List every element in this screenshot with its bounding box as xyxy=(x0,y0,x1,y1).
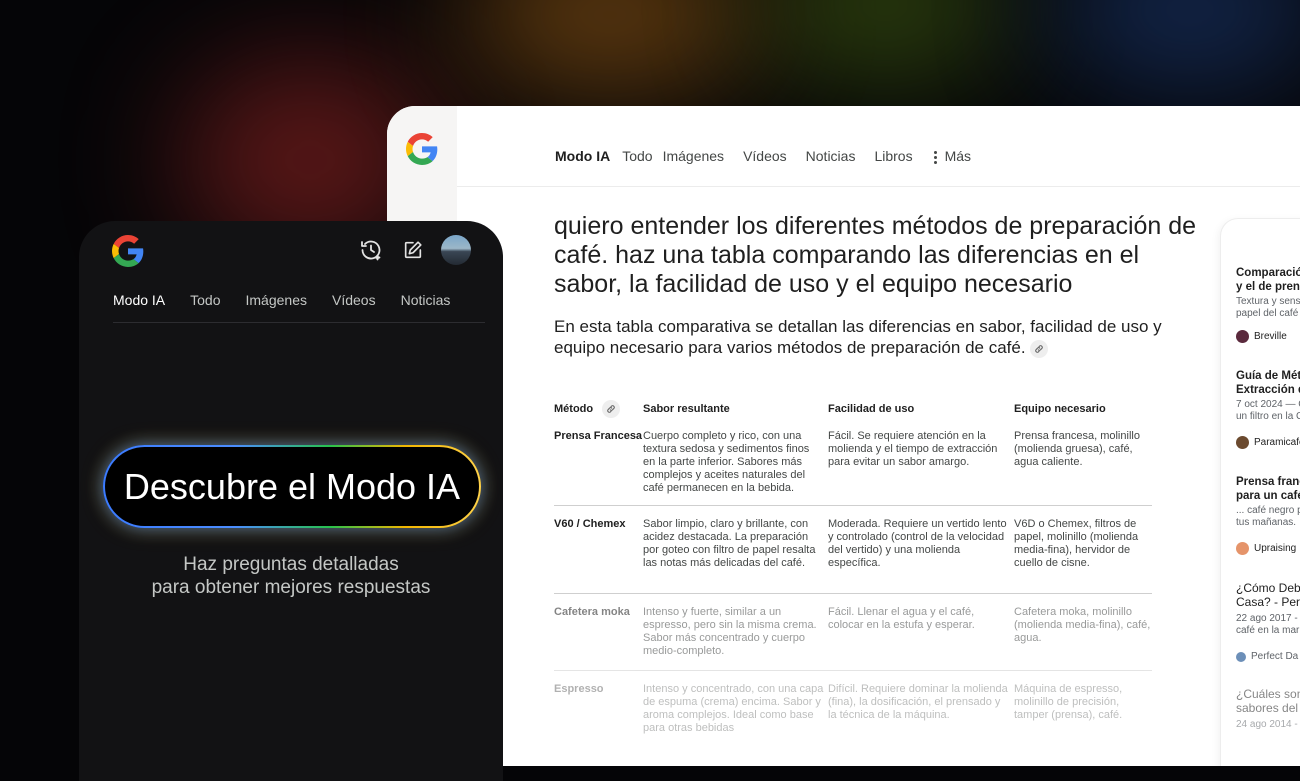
source-snippet: 7 oct 2024 — Cun filtro en la C xyxy=(1236,399,1300,422)
link-icon[interactable] xyxy=(1029,339,1048,358)
table-cell: Intenso y fuerte, similar a un espresso,… xyxy=(643,606,817,657)
answer-text: En esta tabla comparativa se detallan la… xyxy=(554,317,1162,357)
more-vert-icon xyxy=(933,150,937,164)
desktop-nav-tabs: Modo IA Todo Imágenes Vídeos Noticias Li… xyxy=(555,146,971,166)
nav-divider xyxy=(113,322,485,323)
source-title: ¿Cómo DebeCasa? - Perf xyxy=(1236,581,1300,609)
table-cell: Fácil. Llenar el agua y el café, colocar… xyxy=(828,606,975,631)
table-cell: Sabor limpio, claro y brillante, con aci… xyxy=(643,518,816,569)
tab-noticias[interactable]: Noticias xyxy=(401,292,451,308)
table-row: V60 / Chemex Sabor limpio, claro y brill… xyxy=(554,506,1152,594)
source-title: Prensa franc para un café xyxy=(1236,476,1300,502)
header-sabor: Sabor resultante xyxy=(643,403,730,415)
table-row: Prensa Francesa Cuerpo completo y rico, … xyxy=(554,418,1152,506)
history-icon[interactable] xyxy=(357,236,385,264)
ai-answer-intro: En esta tabla comparativa se detallan la… xyxy=(554,316,1184,358)
tab-imagenes[interactable]: Imágenes xyxy=(663,148,724,164)
favicon-icon xyxy=(1236,436,1249,449)
more-button[interactable]: Más xyxy=(933,148,972,164)
header-metodo-label: Método xyxy=(554,402,594,415)
tab-todo[interactable]: Todo xyxy=(190,292,220,308)
edit-icon[interactable] xyxy=(399,236,427,264)
table-cell: Moderada. Requiere un vertido lento y co… xyxy=(828,518,1007,569)
header-metodo: Método xyxy=(554,400,643,418)
table-cell: Cuerpo completo y rico, con una textura … xyxy=(643,430,810,494)
table-row: Espresso Intenso y concentrado, con una … xyxy=(554,671,1152,747)
table-cell: Fácil. Se requiere atención en la molien… xyxy=(828,430,998,468)
source-title: Guía de Mét Extracción d xyxy=(1236,370,1300,396)
tab-todo[interactable]: Todo xyxy=(622,148,652,164)
source-card[interactable]: ¿Cuáles son sabores del 24 ago 2014 - xyxy=(1236,687,1300,731)
comparison-table: Método Sabor resultante Facilidad de uso… xyxy=(554,400,1152,747)
table-cell: Prensa Francesa xyxy=(554,430,643,442)
tab-videos[interactable]: Vídeos xyxy=(332,292,376,308)
more-label: Más xyxy=(944,148,972,164)
source-snippet: 22 ago 2017 - café en la mar xyxy=(1236,613,1300,636)
favicon-icon xyxy=(1236,651,1246,662)
table-cell: Cafetera moka xyxy=(554,606,630,618)
source-snippet: ... café negro p tus mañanas. xyxy=(1236,505,1300,528)
source-site: Breville xyxy=(1236,330,1300,343)
phone-mockup: Modo IA Todo Imágenes Vídeos Noticias De… xyxy=(79,221,503,781)
link-icon[interactable] xyxy=(602,400,621,418)
source-site: Upraising xyxy=(1236,542,1300,555)
table-cell: V6D o Chemex, filtros de papel, molinill… xyxy=(1014,518,1139,569)
phone-nav-tabs: Modo IA Todo Imágenes Vídeos Noticias xyxy=(113,292,450,308)
sources-panel: Comparació y el de prens Textura y sens pa… xyxy=(1220,218,1300,766)
source-card[interactable]: Prensa franc para un café ... café negro … xyxy=(1236,475,1300,555)
source-title: Comparació y el de prens xyxy=(1236,267,1300,293)
table-row: Cafetera moka Intenso y fuerte, similar … xyxy=(554,594,1152,671)
subtitle-line: para obtener mejores respuestas xyxy=(151,577,431,598)
table-cell: Prensa francesa, molinillo (molienda gru… xyxy=(1014,430,1140,468)
discover-ai-mode-button[interactable]: Descubre el Modo IA xyxy=(105,447,479,526)
header-facilidad: Facilidad de uso xyxy=(828,403,915,415)
source-site: Perfect Da xyxy=(1236,651,1300,662)
source-snippet: Textura y sens papel del café xyxy=(1236,296,1300,319)
google-logo-icon[interactable] xyxy=(406,133,438,165)
table-cell: Cafetera moka, molinillo (molienda media… xyxy=(1014,606,1151,644)
tab-noticias[interactable]: Noticias xyxy=(806,148,856,164)
phone-subtitle: Haz preguntas detalladas para obtener me… xyxy=(79,553,503,599)
source-card[interactable]: ¿Cómo DebeCasa? - Perf 22 ago 2017 -café… xyxy=(1236,581,1300,662)
source-card[interactable]: Comparació y el de prens Textura y sens pa… xyxy=(1236,266,1300,343)
table-cell: Espresso xyxy=(554,683,604,695)
source-title: ¿Cuáles son sabores del xyxy=(1236,687,1300,715)
source-site: Paramicafe xyxy=(1236,436,1300,449)
tab-imagenes[interactable]: Imágenes xyxy=(246,292,307,308)
table-cell: Máquina de espresso, molinillo de precis… xyxy=(1014,683,1123,721)
tab-modo-ia[interactable]: Modo IA xyxy=(113,292,165,308)
source-snippet: 24 ago 2014 - xyxy=(1236,719,1298,730)
favicon-icon xyxy=(1236,330,1249,343)
phone-toolbar xyxy=(357,235,471,265)
source-card[interactable]: Guía de Mét Extracción d 7 oct 2024 — Cun… xyxy=(1236,369,1300,449)
user-query: quiero entender los diferentes métodos d… xyxy=(554,212,1197,298)
table-cell: Difícil. Requiere dominar la molienda (f… xyxy=(828,683,1008,721)
table-cell: V60 / Chemex xyxy=(554,518,626,530)
google-logo-icon[interactable] xyxy=(112,235,144,267)
avatar[interactable] xyxy=(441,235,471,265)
subtitle-line: Haz preguntas detalladas xyxy=(183,554,399,575)
favicon-icon xyxy=(1236,542,1249,555)
header-equipo: Equipo necesario xyxy=(1014,403,1106,415)
tab-modo-ia[interactable]: Modo IA xyxy=(555,148,610,164)
tab-libros[interactable]: Libros xyxy=(874,148,912,164)
tab-videos[interactable]: Vídeos xyxy=(743,148,787,164)
table-cell: Intenso y concentrado, con una capa de e… xyxy=(643,683,824,734)
nav-divider xyxy=(457,186,1300,187)
cta-glow-border: Descubre el Modo IA xyxy=(103,445,481,528)
table-header: Método Sabor resultante Facilidad de uso… xyxy=(554,400,1152,418)
desktop-window: Modo IA Todo Imágenes Vídeos Noticias Li… xyxy=(387,106,1300,766)
